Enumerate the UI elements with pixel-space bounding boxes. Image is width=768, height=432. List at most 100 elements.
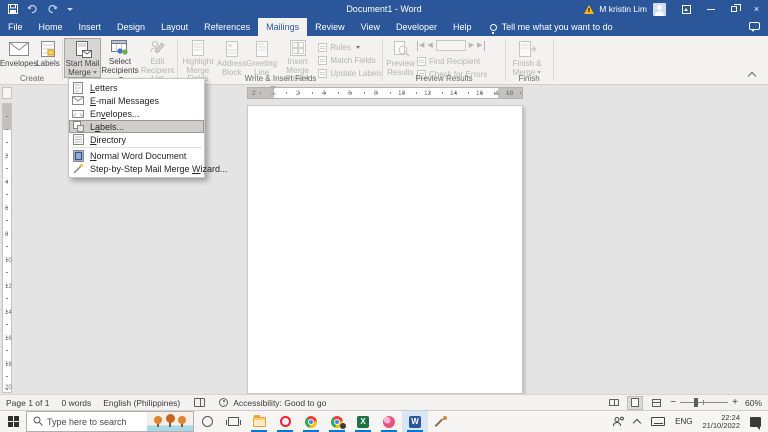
menu-item-label: Labels... [90,121,125,132]
pink-app-button[interactable] [376,411,402,432]
touch-keyboard-button[interactable] [646,411,670,432]
menu-item-label: Letters [90,82,118,93]
read-mode-button[interactable] [607,397,621,409]
warning-icon[interactable] [584,4,595,14]
task-view-button[interactable] [220,411,246,432]
avatar[interactable] [653,2,666,16]
zoom-out-button[interactable]: − [670,397,676,408]
match-fields-button: Match Fields [318,55,382,66]
tab-developer[interactable]: Developer [388,18,445,36]
menu-item-envelopes[interactable]: Envelopes... [69,107,204,120]
edit-recipient-list-button: Edit Recipient List [139,38,176,83]
action-center-button[interactable] [745,411,766,432]
restore-button[interactable] [722,0,745,18]
start-button[interactable] [0,411,26,432]
input-language[interactable]: ENG [670,411,697,432]
horizontal-ruler[interactable]: 2 2 4 6 8 10 12 14 16 18 [247,87,523,99]
tab-review[interactable]: Review [307,18,353,36]
chrome-profile-button[interactable] [324,411,350,432]
tab-help[interactable]: Help [445,18,480,36]
chrome-icon [305,415,317,428]
paintbrush-icon [435,415,447,428]
next-record-icon: ▶ [468,41,475,49]
zoom-slider-handle[interactable] [694,398,699,407]
profile-badge [340,423,346,429]
group-write-insert-fields: Highlight Merge Fields Address Block Gre… [179,36,382,84]
account-name[interactable]: M kristin Lim [599,4,647,14]
tab-view[interactable]: View [353,18,388,36]
menu-item-label: Step-by-Step Mail Merge Wizard... [90,163,228,174]
file-explorer-icon [252,414,266,427]
clock[interactable]: 22:24 21/10/2022 [697,411,745,432]
title-bar: Document1 - Word M kristin Lim × [0,0,768,18]
redo-icon[interactable] [47,4,58,14]
proofing-icon[interactable] [194,398,206,407]
tab-layout[interactable]: Layout [153,18,196,36]
menu-item-labels[interactable]: Labels... [69,120,204,133]
search-input[interactable] [47,416,147,427]
titlebar-controls: M kristin Lim × [584,0,768,18]
close-button[interactable]: × [745,0,768,18]
word-window: Document1 - Word M kristin Lim × File Ho… [0,0,768,432]
search-highlight-image[interactable] [147,412,193,431]
tab-design[interactable]: Design [109,18,153,36]
merge-field-icon [289,40,306,56]
select-recipients-button[interactable]: Select Recipients [101,38,139,81]
windows-logo-icon [7,416,19,427]
language-indicator[interactable]: English (Philippines) [103,398,180,408]
undo-icon[interactable] [27,4,38,14]
print-layout-button[interactable] [627,395,644,410]
taskbar-search[interactable] [26,411,194,432]
envelope-small-icon [72,108,84,120]
right-indent-marker[interactable] [494,90,500,95]
excel-button[interactable]: X [350,411,376,432]
tab-references[interactable]: References [196,18,258,36]
statusbar-right: − + 60% [607,395,762,410]
start-mail-merge-button[interactable]: Start Mail Merge [64,38,101,78]
people-button[interactable] [607,411,629,432]
document-page[interactable] [247,105,523,394]
chrome-button[interactable] [298,411,324,432]
excel-icon: X [357,415,369,428]
indent-marker[interactable] [270,86,276,95]
menu-item-mail-merge-wizard[interactable]: Step-by-Step Mail Merge Wizard... [69,162,228,175]
menu-item-letters[interactable]: Letters [69,81,204,94]
page-indicator[interactable]: Page 1 of 1 [6,398,49,408]
customize-qat-icon[interactable] [67,7,73,11]
opera-button[interactable] [272,411,298,432]
menu-item-normal-word-document[interactable]: Normal Word Document [69,149,204,162]
tray-overflow-button[interactable] [629,411,646,432]
tab-mailings[interactable]: Mailings [258,18,308,36]
menu-item-label: Directory [90,134,127,145]
accessibility-status[interactable]: Accessibility: Good to go [233,398,326,408]
collapse-ribbon-icon[interactable] [749,71,756,78]
cortana-icon [201,416,213,427]
web-layout-button[interactable] [649,397,663,409]
envelopes-button[interactable]: Envelopes [0,38,37,78]
zoom-level[interactable]: 60% [745,398,762,408]
vertical-ruler[interactable]: 2 4 6 8 10 12 14 16 18 20 [2,103,12,393]
word-count[interactable]: 0 words [61,398,91,408]
tell-me-box[interactable]: Tell me what you want to do [489,18,613,36]
feedback-icon[interactable] [749,22,760,32]
ruler-tab-selector[interactable] [2,87,12,99]
zoom-slider[interactable] [680,398,729,407]
menu-item-email-messages[interactable]: E-mail Messages [69,94,204,107]
tab-home[interactable]: Home [31,18,71,36]
tab-insert[interactable]: Insert [71,18,110,36]
paint-app-button[interactable] [428,411,454,432]
cortana-button[interactable] [194,411,220,432]
finish-merge-button: Finish & Merge [507,38,547,78]
save-icon[interactable] [8,4,18,14]
file-explorer-button[interactable] [246,411,272,432]
menu-item-directory[interactable]: Directory [69,133,204,146]
taskbar: X W ENG 22:2421/10/2022 [0,410,768,432]
minimize-button[interactable] [699,0,722,18]
ribbon-display-options-icon[interactable] [682,4,691,14]
zoom-in-button[interactable]: + [732,397,738,408]
labels-button[interactable]: Labels [35,38,61,78]
word-button[interactable]: W [402,411,428,432]
group-separator [553,39,554,81]
wif-small-buttons: Rules Match Fields Update Labels [318,38,382,79]
tab-file[interactable]: File [0,18,31,36]
